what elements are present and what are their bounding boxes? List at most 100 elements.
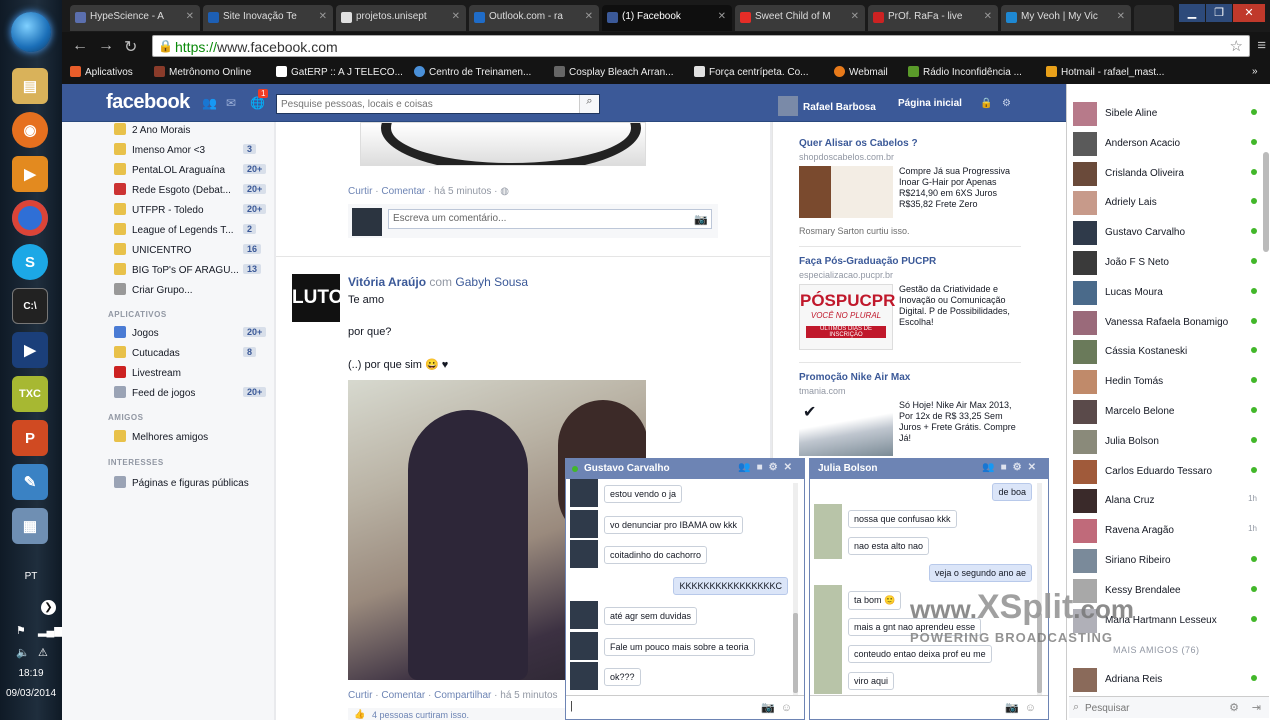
tab-veoh[interactable]: My Veoh | My Vic ✕ <box>1001 5 1131 31</box>
bookmark-radio[interactable]: Rádio Inconfidência ... <box>908 66 1022 78</box>
settings-gear-icon[interactable]: ⚙ <box>1002 98 1011 109</box>
chrome-menu-icon[interactable]: ≡ <box>1257 37 1266 54</box>
chrome-icon[interactable] <box>12 200 48 236</box>
tagged-name[interactable]: Gabyh Sousa <box>455 275 528 289</box>
chat-header[interactable]: Gustavo Carvalho 👥■⚙✕ <box>566 459 804 479</box>
close-friends-link[interactable]: Melhores amigos <box>114 430 208 448</box>
app-games-feed[interactable]: Feed de jogos 20+ <box>114 386 267 404</box>
flag-icon[interactable]: ⚑ <box>16 624 26 637</box>
close-tab-icon[interactable]: ✕ <box>984 11 992 22</box>
tab-projetos[interactable]: projetos.unisept ✕ <box>336 5 466 31</box>
group-item[interactable]: 2 Ano Morais <box>114 123 190 141</box>
friend-item[interactable]: Adriana Reis <box>1071 668 1257 694</box>
camera-icon[interactable]: 📷 <box>1005 702 1025 714</box>
privacy-lock-icon[interactable]: 🔒 <box>980 98 992 109</box>
friend-item[interactable]: Ravena Aragão 1h <box>1071 519 1257 545</box>
bookmark-cosplay[interactable]: Cosplay Bleach Arran... <box>554 66 674 78</box>
friend-item[interactable]: Crislanda Oliveira <box>1071 161 1257 188</box>
powerpoint-icon[interactable]: P <box>12 420 48 456</box>
friend-item[interactable]: Gustavo Carvalho <box>1071 221 1257 247</box>
share-link[interactable]: Compartilhar <box>434 690 491 701</box>
group-item[interactable]: Imenso Amor <3 3 <box>114 143 257 161</box>
comment-link[interactable]: Comentar <box>381 186 425 197</box>
friend-item[interactable]: Anderson Acacio <box>1071 131 1257 158</box>
show-hidden-icons-button[interactable]: ❯ <box>41 600 56 615</box>
post-time[interactable]: há 5 minutos <box>500 690 557 701</box>
friend-item[interactable]: Cássia Kostaneski <box>1071 340 1257 366</box>
file-explorer-icon[interactable]: ▤ <box>12 68 48 104</box>
author-name[interactable]: Vitória Araújo <box>348 275 426 289</box>
friend-item[interactable]: Alana Cruz 1h <box>1071 489 1257 515</box>
ad-image[interactable] <box>799 166 893 218</box>
video-call-icon[interactable]: ■ <box>757 462 769 473</box>
language-indicator[interactable]: PT <box>0 571 62 582</box>
home-link[interactable]: Página inicial <box>898 98 962 109</box>
friend-item[interactable]: Carlos Eduardo Tessaro <box>1071 459 1257 486</box>
minimize-icon[interactable]: ▁ <box>1179 4 1205 22</box>
close-tab-icon[interactable]: ✕ <box>718 11 726 22</box>
comment-link[interactable]: Comentar <box>381 690 425 701</box>
close-tab-icon[interactable]: ✕ <box>319 11 327 22</box>
notifications-icon[interactable]: 🌐 <box>250 96 265 110</box>
new-tab-button[interactable] <box>1134 5 1174 31</box>
app-pokes[interactable]: Cutucadas 8 <box>114 346 257 364</box>
more-bookmarks-icon[interactable]: » <box>1252 66 1258 77</box>
forward-icon[interactable]: → <box>98 37 114 55</box>
friend-item[interactable]: Siriano Ribeiro <box>1071 549 1257 575</box>
video-call-icon[interactable]: ■ <box>1001 462 1013 473</box>
post-photo-top[interactable] <box>360 122 646 166</box>
signal-icon[interactable]: ▂▄▆ <box>38 624 63 637</box>
clock-date[interactable]: 09/03/2014 <box>0 688 62 699</box>
search-input[interactable] <box>277 95 577 113</box>
ad-domain[interactable]: tmania.com <box>799 386 846 396</box>
app-livestream[interactable]: Livestream <box>114 366 181 384</box>
volume-icon[interactable]: 🔈 <box>16 646 30 659</box>
command-prompt-icon[interactable]: C:\ <box>12 288 48 324</box>
tab-site-inovacao[interactable]: Site Inovação Te ✕ <box>203 5 333 31</box>
hide-sidebar-icon[interactable]: ⇥ <box>1252 701 1261 714</box>
like-link[interactable]: Curtir <box>348 690 372 701</box>
close-icon[interactable]: ✕ <box>784 462 798 473</box>
ad-domain[interactable]: especializacao.pucpr.br <box>799 270 893 280</box>
chat-input[interactable]: | 📷☺ <box>566 695 804 719</box>
bookmark-forca[interactable]: Força centrípeta. Co... <box>694 66 809 78</box>
profile-link[interactable]: Rafael Barbosa <box>778 96 876 116</box>
power-icon[interactable]: ⚠ <box>38 646 48 659</box>
friend-item[interactable]: Vanessa Rafaela Bonamigo <box>1071 310 1257 337</box>
friend-item[interactable]: Hedin Tomás <box>1071 370 1257 396</box>
friend-item[interactable]: Lucas Moura <box>1071 280 1257 307</box>
friend-item[interactable]: Sibele Aline <box>1071 102 1257 128</box>
texmaker-icon[interactable]: TXC <box>12 376 48 412</box>
ad-title[interactable]: Quer Alisar os Cabelos ? <box>799 138 918 149</box>
chat-sidebar-scrollbar[interactable] <box>1263 152 1269 252</box>
bookmark-apps[interactable]: Aplicativos <box>70 66 133 78</box>
add-friends-icon[interactable]: 👥 <box>738 462 756 473</box>
skype-icon[interactable]: S <box>12 244 48 280</box>
close-tab-icon[interactable]: ✕ <box>186 11 194 22</box>
create-group-link[interactable]: Criar Grupo... <box>114 283 193 301</box>
media-player-icon[interactable]: ▶ <box>12 156 48 192</box>
close-tab-icon[interactable]: ✕ <box>851 11 859 22</box>
ad-image[interactable]: PÓSPUCPR VOCÊ NO PLURAL ÚLTIMOS DIAS DE … <box>799 284 895 350</box>
group-item[interactable]: PentaLOL Araguaína 20+ <box>114 163 267 181</box>
camera-icon[interactable]: 📷 <box>761 702 781 714</box>
friend-item[interactable]: Adriely Lais <box>1071 191 1257 217</box>
bookmark-centro[interactable]: Centro de Treinamen... <box>414 66 531 78</box>
chat-search-input[interactable] <box>1085 700 1205 716</box>
pages-link[interactable]: Páginas e figuras públicas <box>114 476 249 494</box>
chat-header[interactable]: Julia Bolson 👥■⚙✕ <box>810 459 1048 479</box>
friend-item[interactable]: Marcelo Belone <box>1071 400 1257 426</box>
group-item[interactable]: Rede Esgoto (Debat... 20+ <box>114 183 267 201</box>
close-icon[interactable]: ✕ <box>1028 462 1042 473</box>
close-window-icon[interactable]: ✕ <box>1233 4 1265 22</box>
ad-image[interactable]: ✔ <box>799 400 893 456</box>
add-friends-icon[interactable]: 👥 <box>982 462 1000 473</box>
start-button[interactable] <box>11 12 51 52</box>
facebook-logo[interactable]: facebook <box>106 91 190 114</box>
bookmark-metronomo[interactable]: Metrônomo Online <box>154 66 251 78</box>
back-icon[interactable]: ← <box>72 37 88 55</box>
calculator-icon[interactable]: ▦ <box>12 508 48 544</box>
chat-gear-icon[interactable]: ⚙ <box>769 462 784 473</box>
group-item[interactable]: UNICENTRO 16 <box>114 243 262 261</box>
bookmark-gaterp[interactable]: GatERP :: A J TELECO... <box>276 66 403 78</box>
